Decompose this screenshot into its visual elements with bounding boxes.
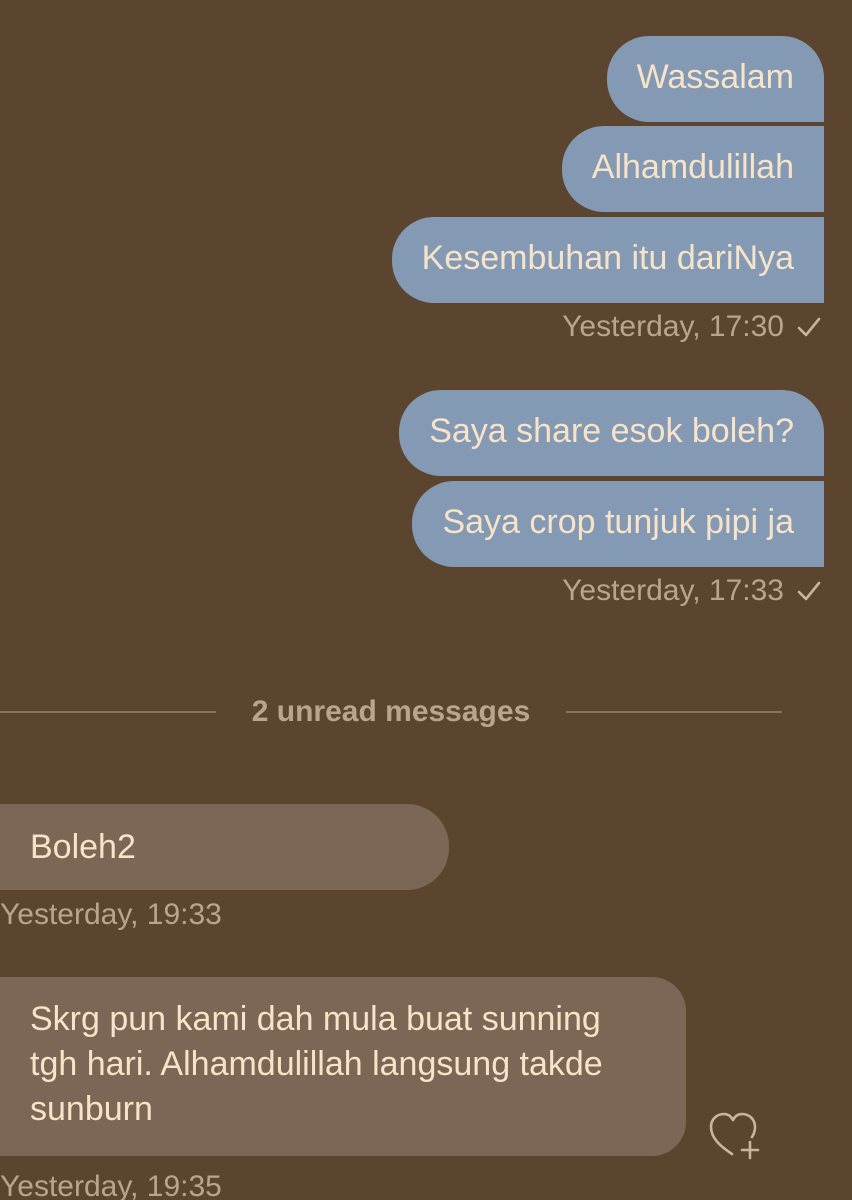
timestamp-text: Yesterday, 17:33 bbox=[562, 574, 784, 607]
outgoing-message-bubble[interactable]: Saya share esok boleh? bbox=[399, 390, 824, 476]
unread-divider: 2 unread messages bbox=[0, 690, 783, 734]
chat-thread: Wassalam Alhamdulillah Kesembuhan itu da… bbox=[0, 0, 852, 1200]
timestamp-text: Yesterday, 17:30 bbox=[562, 310, 784, 343]
outgoing-message-bubble[interactable]: Saya crop tunjuk pipi ja bbox=[412, 481, 824, 567]
divider-line bbox=[0, 711, 216, 713]
incoming-message-bubble[interactable]: Boleh2 bbox=[0, 804, 449, 890]
incoming-message-bubble[interactable]: Skrg pun kami dah mula buat sunning tgh … bbox=[0, 977, 686, 1156]
outgoing-message-bubble[interactable]: Alhamdulillah bbox=[561, 126, 824, 212]
unread-count-label: 2 unread messages bbox=[251, 695, 531, 728]
heart-plus-icon[interactable] bbox=[706, 1108, 764, 1162]
message-timestamp: Yesterday, 17:33 bbox=[562, 574, 822, 608]
outgoing-message-bubble[interactable]: Kesembuhan itu dariNya bbox=[391, 217, 824, 303]
divider-line bbox=[566, 711, 783, 713]
message-timestamp: Yesterday, 19:35 bbox=[0, 1170, 222, 1200]
message-timestamp: Yesterday, 17:30 bbox=[562, 310, 822, 344]
message-timestamp: Yesterday, 19:33 bbox=[0, 898, 222, 931]
checkmark-icon bbox=[797, 581, 821, 601]
checkmark-icon bbox=[797, 317, 821, 337]
outgoing-message-bubble[interactable]: Wassalam bbox=[606, 36, 824, 122]
